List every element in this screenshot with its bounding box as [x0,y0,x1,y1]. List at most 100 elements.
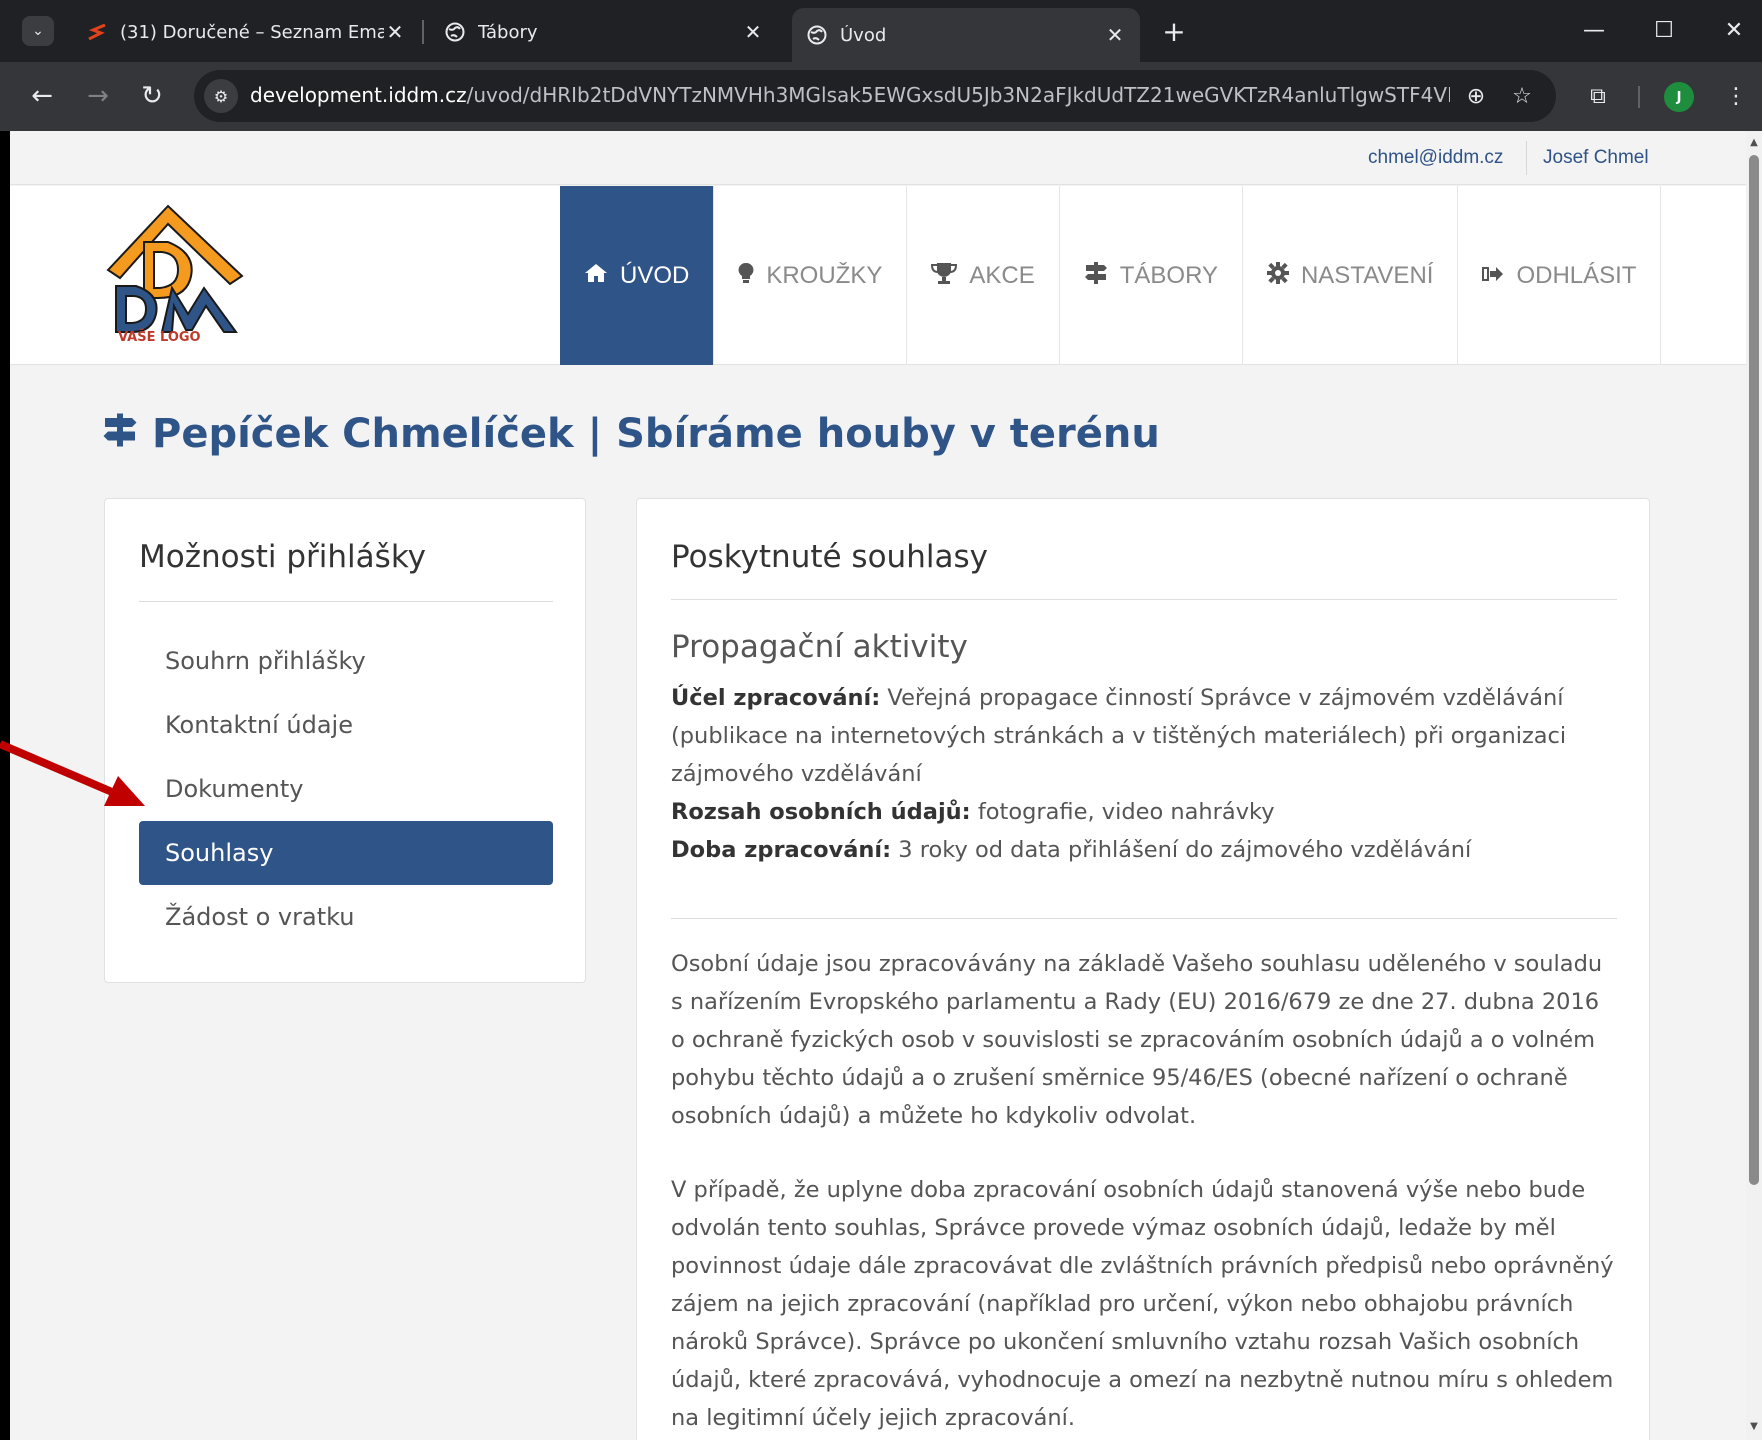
browser-chrome: ⌄ (31) Doručené – Seznam Email ✕ Tábory … [0,0,1762,131]
reload-icon: ↻ [141,81,163,111]
option-dokumenty[interactable]: Dokumenty [139,757,553,821]
seznam-icon [86,21,108,43]
url-host: development.iddm.cz [250,83,467,107]
reload-button[interactable]: ↻ [134,78,170,114]
page-viewport: chmel@iddm.cz Josef Chmel VAŠE LOGO ÚVOD… [10,131,1746,1440]
forward-button[interactable]: → [80,78,116,114]
trophy-icon [931,262,958,290]
option-zadost-o-vratku[interactable]: Žádost o vratku [139,885,553,949]
tab-separator [422,20,424,44]
bookmark-star-icon[interactable]: ☆ [1506,80,1538,112]
minimize-icon: — [1583,17,1605,43]
main-menu: ÚVOD KROUŽKY AKCE TÁBORY NASTAVENÍ ODHLÁ… [560,186,1662,365]
scroll-up-icon[interactable]: ▲ [1749,137,1759,151]
chevron-down-icon: ⌄ [32,23,44,39]
consent-paragraph-legal: Osobní údaje jsou zpracovávány na základ… [671,951,1603,1129]
menu-label: ÚVOD [620,261,690,289]
consents-card-title: Poskytnuté souhlasy [671,539,988,575]
page-title: Pepíček Chmelíček | Sbíráme houby v teré… [102,411,1160,457]
duration-label: Doba zpracování: [671,837,892,863]
menu-item-nastaveni[interactable]: NASTAVENÍ [1243,186,1459,365]
duration-text: 3 roky od data přihlášení do zájmového v… [891,837,1472,863]
close-icon[interactable]: ✕ [1104,23,1126,47]
menu-item-odhlasit[interactable]: ODHLÁSIT [1458,186,1662,365]
topbar-divider [1526,141,1527,175]
url-text[interactable]: development.iddm.cz/uvod/dHRIb2tDdVNYTzN… [250,83,1450,107]
gear-icon [1266,261,1289,290]
consent-duration: Doba zpracování: 3 roky od data přihláše… [671,831,1617,869]
purpose-label: Účel zpracování: [671,685,881,711]
home-icon [584,263,608,289]
divider [671,918,1617,919]
user-name-link[interactable]: Josef Chmel [1543,147,1649,169]
url-path: /uvod/dHRIb2tDdVNYTzNMVHh3MGlsak5EWGxsdU… [466,83,1450,107]
options-card-title: Možnosti přihlášky [139,539,427,575]
lightbulb-icon [738,262,754,290]
tab-uvod[interactable]: Úvod ✕ [792,8,1140,62]
menu-label: AKCE [969,261,1035,289]
consent-subtitle: Propagační aktivity [671,629,968,665]
menu-label: ODHLÁSIT [1516,261,1637,289]
tab-title: (31) Doručené – Seznam Email [120,21,384,43]
tab-strip: ⌄ (31) Doručené – Seznam Email ✕ Tábory … [0,0,1762,62]
site-logo[interactable]: VAŠE LOGO [102,202,252,350]
consent-scope: Rozsah osobních údajů: fotografie, video… [671,793,1617,831]
logo-text: VAŠE LOGO [118,330,201,345]
more-menu-icon[interactable]: ⋮ [1718,78,1754,114]
close-icon: ✕ [1724,17,1744,43]
scroll-down-icon[interactable]: ▼ [1749,1421,1759,1435]
maximize-icon: ☐ [1654,17,1674,43]
arrow-right-icon: → [87,81,109,111]
toolbar-separator [1638,86,1640,108]
tab-search-button[interactable]: ⌄ [22,16,54,46]
tab-seznam[interactable]: (31) Doručené – Seznam Email ✕ [72,10,420,54]
close-icon[interactable]: ✕ [384,20,406,44]
menu-item-tabory[interactable]: TÁBORY [1060,186,1243,365]
menu-item-uvod[interactable]: ÚVOD [560,186,715,365]
close-icon[interactable]: ✕ [742,20,764,44]
option-souhrn[interactable]: Souhrn přihlášky [139,629,553,693]
tab-tabory[interactable]: Tábory ✕ [430,10,778,54]
signpost-icon [102,413,138,456]
site-info-icon[interactable]: ⚙ [204,79,238,113]
maximize-button[interactable]: ☐ [1644,12,1684,48]
close-window-button[interactable]: ✕ [1714,12,1754,48]
logout-icon [1482,263,1504,289]
signpost-icon [1084,261,1108,290]
tab-title: Tábory [478,21,538,43]
menu-item-akce[interactable]: AKCE [907,186,1060,365]
address-bar[interactable]: ⚙ development.iddm.cz/uvod/dHRIb2tDdVNYT… [194,70,1556,122]
zoom-icon[interactable]: ⊕ [1460,80,1492,112]
consents-card: Poskytnuté souhlasy Propagační aktivity … [636,498,1650,1440]
user-email-link[interactable]: chmel@iddm.cz [1368,147,1503,169]
consent-paragraph-erasure: V případě, že uplyne doba zpracování oso… [671,1177,1614,1431]
page-title-text: Pepíček Chmelíček | Sbíráme houby v teré… [152,411,1160,457]
browser-toolbar: ← → ↻ ⚙ development.iddm.cz/uvod/dHRIb2t… [0,62,1762,131]
minimize-button[interactable]: — [1574,12,1614,48]
menu-label: TÁBORY [1119,261,1218,289]
arrow-left-icon: ← [31,81,53,111]
back-button[interactable]: ← [24,78,60,114]
menu-label: KROUŽKY [766,261,883,289]
page-scrollbar[interactable]: ▲ ▼ [1746,131,1762,1440]
option-kontaktni-udaje[interactable]: Kontaktní údaje [139,693,553,757]
scroll-thumb[interactable] [1749,155,1759,1185]
profile-avatar[interactable]: J [1664,82,1694,112]
divider [671,599,1617,600]
user-topbar: chmel@iddm.cz Josef Chmel [10,131,1746,185]
tab-title: Úvod [840,24,887,46]
globe-icon [806,24,828,46]
site-header: VAŠE LOGO ÚVOD KROUŽKY AKCE TÁBORY NASTA… [10,186,1746,365]
globe-icon [444,21,466,43]
menu-item-krouzky[interactable]: KROUŽKY [714,186,908,365]
options-card: Možnosti přihlášky Souhrn přihlášky Kont… [104,498,586,983]
consent-purpose: Účel zpracování: Veřejná propagace činno… [671,679,1617,793]
options-list: Souhrn přihlášky Kontaktní údaje Dokumen… [139,629,553,949]
extensions-icon[interactable]: ⧉ [1580,78,1616,114]
scope-label: Rozsah osobních údajů: [671,799,971,825]
scope-text: fotografie, video nahrávky [970,799,1275,825]
new-tab-button[interactable]: + [1157,14,1191,48]
annotation-arrow-icon [0,740,145,806]
option-souhlasy[interactable]: Souhlasy [139,821,553,885]
menu-label: NASTAVENÍ [1300,261,1434,289]
